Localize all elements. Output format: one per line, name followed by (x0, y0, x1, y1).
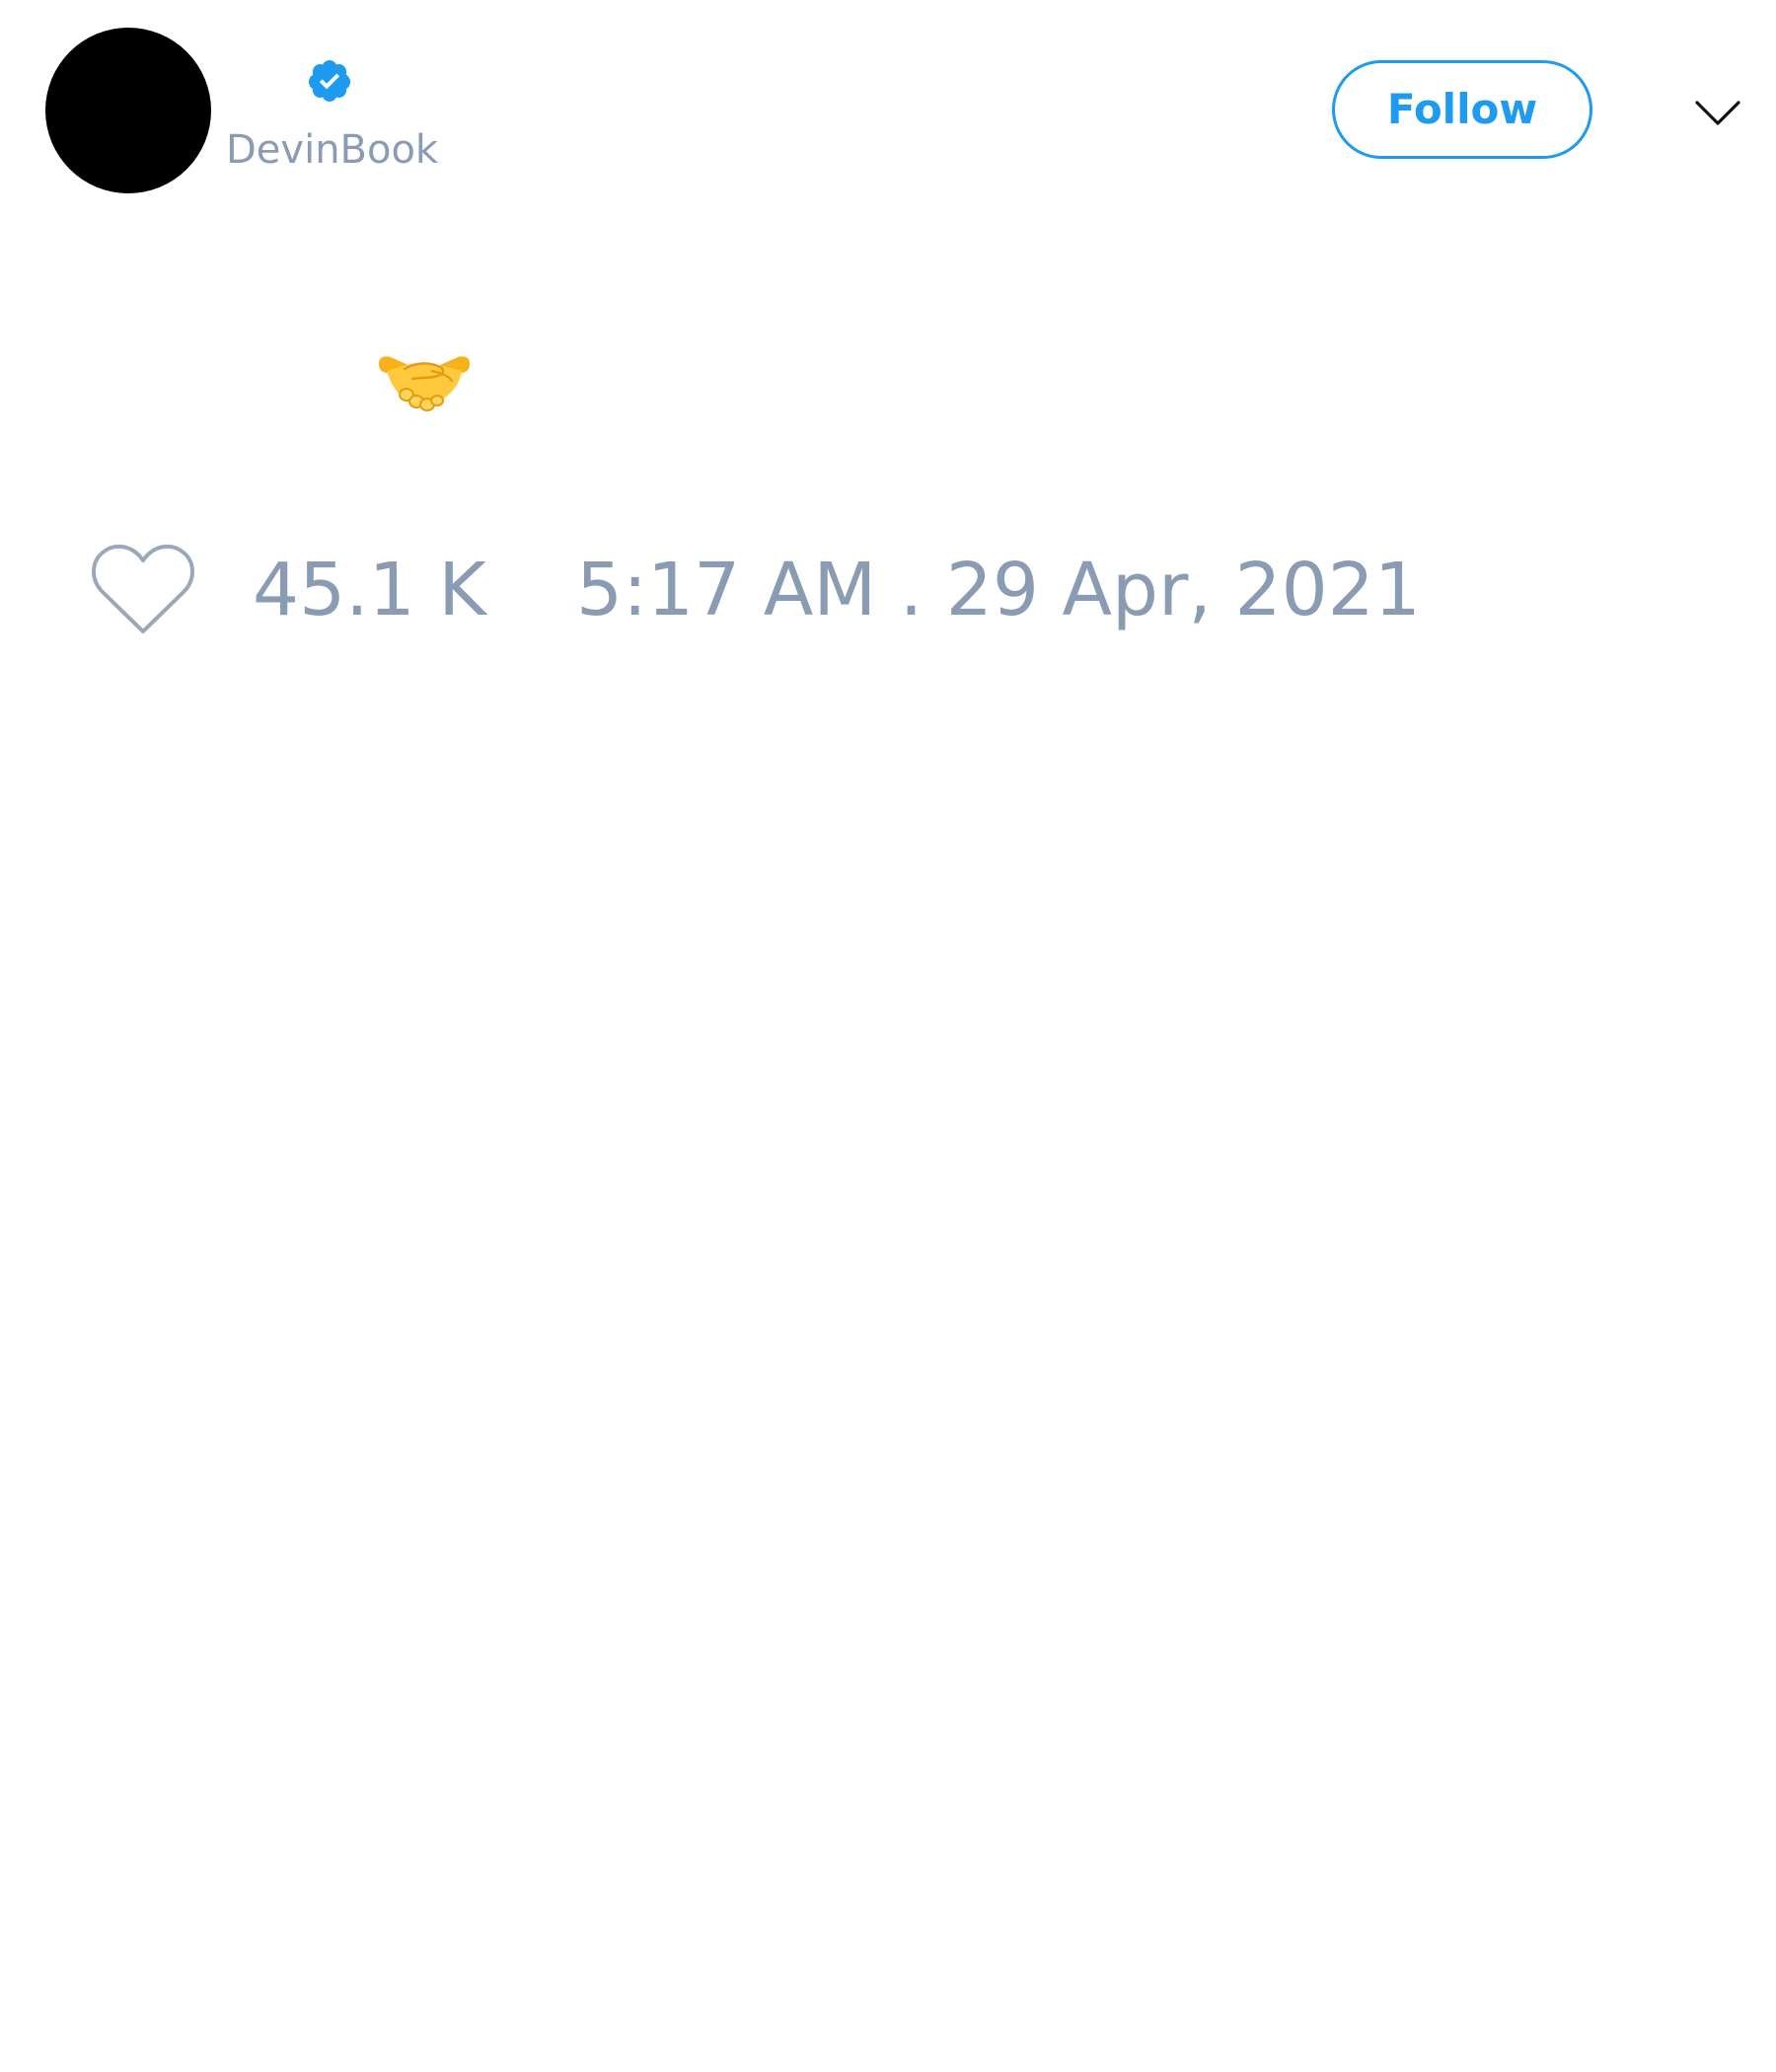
verified-badge-icon (306, 57, 353, 105)
tweet-timestamp[interactable]: 5:17 AM . 29 Apr, 2021 (576, 549, 1421, 631)
username[interactable]: DevinBook (226, 126, 438, 174)
heart-outline-icon[interactable] (89, 543, 197, 637)
handshake-emoji-icon (375, 345, 474, 424)
follow-button[interactable]: Follow (1332, 60, 1592, 159)
avatar[interactable] (45, 28, 211, 193)
chevron-down-icon[interactable] (1691, 85, 1744, 138)
like-count: 45.1 K (253, 548, 486, 632)
